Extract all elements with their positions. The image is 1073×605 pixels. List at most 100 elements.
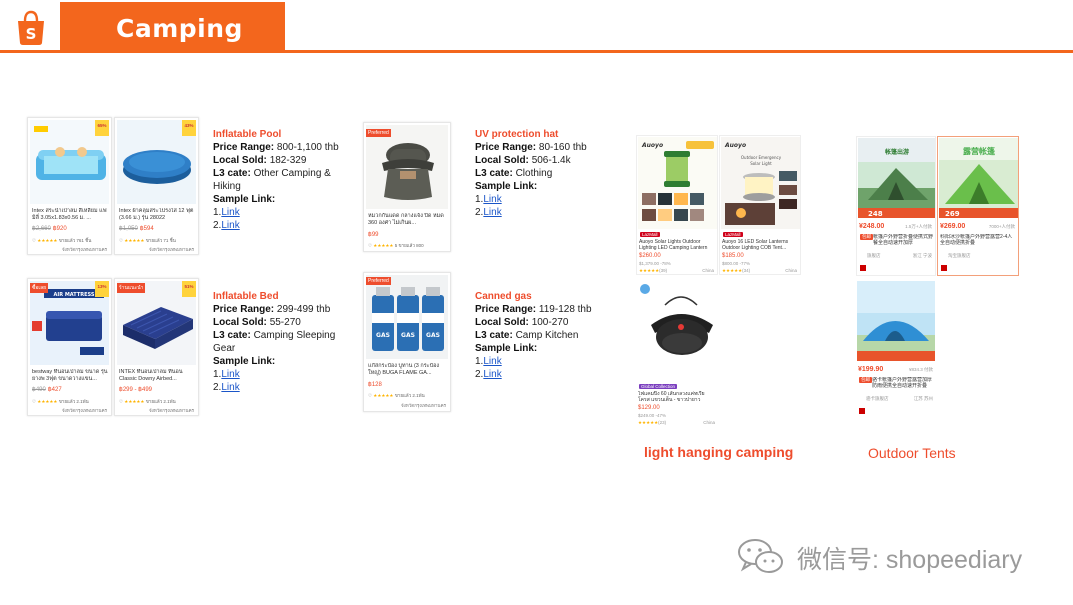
listing-price: ¥248.00 (859, 223, 885, 230)
sample-link-1[interactable]: Link (483, 194, 501, 205)
page-title: Camping (116, 14, 243, 43)
product-name: Canned gas (475, 291, 532, 302)
tmall-icon (859, 408, 865, 414)
sample-link-1[interactable]: Link (221, 369, 239, 380)
hat-image (366, 125, 448, 209)
card-sold: ♡ ★★★★★ ขายแล้ว 71 ชิ้น (119, 238, 176, 243)
svg-text:Solar Light: Solar Light (750, 161, 772, 166)
card-sold: ♡ ★★★★★ ขายแล้ว 2.1พัน (32, 399, 89, 404)
card-price: ฿1,050 ฿594 (119, 226, 154, 232)
card-name: หมวกกันแดด กลางแจ้ง ปิด หมด 360 องศา ไม่… (368, 213, 444, 226)
listing-rating: ★★★★★(34) (722, 268, 751, 273)
card-location: จังหวัดกรุงเทพมหานคร (61, 408, 107, 413)
card-sold: ♡ ★★★★★ ขายแล้ว 761 ชิ้น (32, 238, 92, 243)
lights-label: light hanging camping (644, 444, 794, 460)
light-listing-3[interactable]: Global Collection ไฟแคมปิ้ง 60 เส้นกลวงแ… (636, 280, 718, 430)
listing-sold: ¥834.3 付款 (908, 367, 933, 372)
listing-shop: 旗舰店 (867, 253, 881, 258)
card-price: ฿490 ฿427 (32, 387, 62, 393)
lazmall-chip: LazMall (723, 232, 743, 237)
listing-old-price: $800.00 -77% (722, 261, 751, 266)
tent-image: 露营帐篷 269 (939, 138, 1018, 218)
listing-price: ¥269.00 (940, 223, 966, 230)
hanging-light-image (637, 281, 717, 379)
card-price: ฿99 (368, 232, 379, 238)
listing-title: Auoyo 16 LED Solar Lanterns Outdoor Ligh… (722, 239, 789, 251)
recommended-badge: ร้านแนะนำ (117, 283, 146, 293)
light-listing-1[interactable]: Auoyo LazMall Auoyo Solar Lights Outdoor… (636, 135, 718, 275)
product-card-pool-2[interactable]: 43% Intex ผ้าคลุมสระโปรงใส 12 ฟุต (3.66 … (114, 117, 199, 255)
shopee-logo: S (18, 10, 44, 45)
listing-rating: ★★★★★(23) (638, 420, 667, 425)
product-info-uv-hat: UV protection hat Price Range: 80-160 th… (475, 128, 610, 219)
discount-badge: 65% (95, 120, 109, 136)
listing-location: 江苏 苏州 (913, 396, 933, 401)
discount-badge: 13% (95, 281, 109, 297)
tent-image (857, 281, 935, 361)
listing-price: ¥199.90 (858, 366, 884, 373)
svg-text:S: S (26, 25, 37, 43)
listing-price: $185.00 (722, 253, 744, 259)
listing-title: 骆卡帐篷户外野营露营加厚防雨便携全自动速开折叠 (872, 377, 933, 389)
tent-listing-2[interactable]: 露营帐篷 269 ¥269.00 7000+人付款 科阳冰沙帐篷户外野营露营2-… (937, 136, 1019, 276)
wechat-icon (738, 539, 783, 573)
sample-link-1[interactable]: Link (483, 356, 501, 367)
product-card-pool-1[interactable]: 65% Intex สระน้ำเป่าลม สี่เหลี่ยม แฟมิลี… (27, 117, 112, 255)
svg-text:Auoyo: Auoyo (724, 142, 746, 149)
listing-location: China (702, 268, 714, 273)
sample-link-2[interactable]: Link (221, 382, 239, 393)
product-card-gas[interactable]: GAS GAS GAS Preferred แก๊สกระป๋อง บูทาน … (363, 272, 451, 412)
listing-rating: ★★★★★(39) (639, 268, 668, 273)
svg-text:AIR MATTRESS: AIR MATTRESS (54, 292, 95, 298)
product-name: Inflatable Pool (213, 129, 282, 140)
tmall-icon (941, 265, 947, 271)
listing-title: ไฟแคมปิ้ง 60 เส้นกลวงแค่ทเรียโครส แขวนเต… (638, 391, 705, 403)
light-listing-2[interactable]: Auoyo Outdoor Emergency Solar Light LazM… (719, 135, 801, 275)
wechat-watermark: 微信号: shopeediary (797, 546, 1023, 574)
emergency-light-image: Auoyo Outdoor Emergency Solar Light (721, 137, 800, 229)
listing-title: 科阳冰沙帐篷户外野营露营2-4人全自动便携折叠 (940, 234, 1013, 246)
listing-title: 帐篷户外野营折叠便携式野餐全自动速开加厚 (873, 234, 933, 246)
listing-price: $129.00 (638, 405, 660, 411)
svg-text:Outdoor Emergency: Outdoor Emergency (741, 155, 782, 160)
svg-text:GAS: GAS (376, 332, 390, 339)
svg-text:GAS: GAS (426, 332, 440, 339)
svg-text:露营帐篷: 露营帐篷 (963, 146, 996, 156)
card-location: จังหวัดกรุงเทพมหานคร (61, 247, 107, 252)
product-name: Inflatable Bed (213, 291, 279, 302)
card-location: จังหวัดกรุงเทพมหานคร (148, 247, 194, 252)
shop-chip: 包邮 (860, 234, 873, 240)
product-card-hat[interactable]: Preferred หมวกกันแดด กลางแจ้ง ปิด หมด 36… (363, 122, 451, 252)
product-name: UV protection hat (475, 129, 559, 140)
card-price: ฿128 (368, 382, 382, 388)
header-divider (0, 50, 1073, 53)
svg-text:GAS: GAS (401, 332, 415, 339)
tents-label: Outdoor Tents (868, 445, 956, 461)
listing-location: China (703, 420, 715, 425)
product-card-bed-1[interactable]: AIR MATTRESS ซื้อเลย 13% bestway ที่นอนเ… (27, 278, 112, 416)
discount-badge: 51% (182, 281, 196, 297)
buy-now-badge: ซื้อเลย (30, 283, 49, 293)
listing-title: Auoyo Solar Lights Outdoor Lighting LED … (639, 239, 708, 251)
svg-text:Auoyo: Auoyo (641, 142, 663, 149)
discount-badge: 43% (182, 120, 196, 136)
sample-link-2[interactable]: Link (483, 369, 501, 380)
listing-price: $260.00 (639, 253, 661, 259)
card-name: แก๊สกระป๋อง บูทาน (3 กระป๋อง ใหญ่) BUGA … (368, 363, 440, 376)
card-price: ฿299 - ฿499 (119, 387, 152, 393)
card-sold: ♡ ★★★★★ 5 ขายแล้ว 800 (368, 243, 424, 248)
card-sold: ♡ ★★★★★ ขายแล้ว 2.1พัน (119, 399, 176, 404)
card-name: bestway ที่นอนเป่าลม ขนาด รุ่นยางพ 3ฟุต … (32, 369, 108, 382)
preferred-badge: Preferred (366, 277, 391, 285)
listing-shop: 骆卡旗舰店 (866, 396, 889, 401)
card-location: จังหวัดกรุงเทพมหานคร (148, 408, 194, 413)
tent-listing-3[interactable]: ¥199.90 ¥834.3 付款 包邮 骆卡帐篷户外野营露营加厚防雨便携全自动… (856, 280, 936, 420)
sample-link-2[interactable]: Link (221, 220, 239, 231)
sample-link-2[interactable]: Link (483, 207, 501, 218)
tent-listing-1[interactable]: 帐篷出游 248 ¥248.00 1.5万+人付款 包邮 帐篷户外野营折叠便携式… (856, 136, 936, 276)
listing-old-price: $1,379.00 -78% (639, 261, 671, 266)
card-name: Intex สระน้ำเป่าลม สี่เหลี่ยม แฟมิลี่ 3.… (32, 208, 107, 221)
product-card-bed-2[interactable]: ร้านแนะนำ 51% INTEX ที่นอนเป่าลม ที่นอน … (114, 278, 199, 416)
sample-link-1[interactable]: Link (221, 207, 239, 218)
card-name: INTEX ที่นอนเป่าลม ที่นอน Classic Downy … (119, 369, 183, 382)
